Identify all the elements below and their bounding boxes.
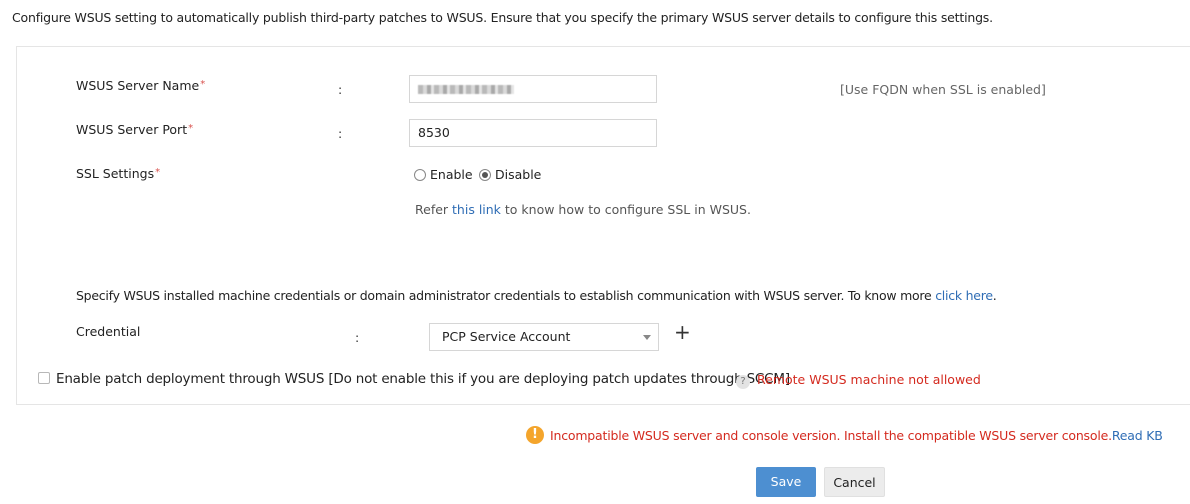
colon-separator: : <box>355 330 360 345</box>
redacted-server-name <box>418 85 514 94</box>
server-port-label-text: WSUS Server Port <box>76 122 188 137</box>
required-mark: * <box>188 123 194 134</box>
required-mark: * <box>200 79 206 90</box>
ssl-enable-label: Enable <box>430 167 473 182</box>
ssl-settings-label-text: SSL Settings <box>76 166 155 181</box>
server-port-label: WSUS Server Port* <box>76 122 193 137</box>
server-name-label: WSUS Server Name* <box>76 78 205 93</box>
credential-info-suffix: . <box>992 288 997 303</box>
credential-help-link[interactable]: click here <box>935 288 993 303</box>
deployment-label: Enable patch deployment through WSUS [Do… <box>56 371 790 387</box>
credential-label: Credential <box>76 324 141 339</box>
refer-suffix: to know how to configure SSL in WSUS. <box>500 202 751 217</box>
ssl-enable-option[interactable]: Enable <box>414 167 473 182</box>
intro-text: Configure WSUS setting to automatically … <box>12 10 993 25</box>
help-icon-glyph: ? <box>736 375 750 389</box>
warning-icon: ! <box>526 426 544 444</box>
credential-info-body: Specify WSUS installed machine credentia… <box>76 288 936 303</box>
colon-separator: : <box>338 82 343 97</box>
required-mark: * <box>155 167 161 178</box>
server-name-label-text: WSUS Server Name <box>76 78 200 93</box>
server-name-input[interactable] <box>409 75 657 103</box>
warning-icon-glyph: ! <box>526 426 544 444</box>
fqdn-hint: [Use FQDN when SSL is enabled] <box>840 82 1046 97</box>
credential-select[interactable]: PCP Service Account <box>429 323 659 351</box>
ssl-help-link[interactable]: this link <box>452 202 501 217</box>
ssl-disable-option[interactable]: Disable <box>479 167 541 182</box>
refer-prefix: Refer <box>415 202 453 217</box>
credential-info-text: Specify WSUS installed machine credentia… <box>76 288 997 303</box>
checkbox-box[interactable] <box>38 372 50 384</box>
read-kb-link[interactable]: Read KB <box>1112 428 1163 443</box>
cancel-button[interactable]: Cancel <box>824 467 885 497</box>
remote-error-text: Remote WSUS machine not allowed <box>757 372 981 387</box>
ssl-disable-radio[interactable] <box>479 169 491 181</box>
server-port-input[interactable]: 8530 <box>409 119 657 147</box>
credential-selected-value: PCP Service Account <box>442 329 571 344</box>
help-icon[interactable]: ? <box>736 372 750 389</box>
deployment-checkbox[interactable] <box>38 372 50 387</box>
save-button[interactable]: Save <box>756 467 816 497</box>
ssl-refer-text: Refer this link to know how to configure… <box>415 202 751 217</box>
chevron-down-icon <box>643 335 651 340</box>
ssl-disable-label: Disable <box>495 167 542 182</box>
ssl-enable-radio[interactable] <box>414 169 426 181</box>
warning-text: Incompatible WSUS server and console ver… <box>550 428 1112 443</box>
warning-message: Incompatible WSUS server and console ver… <box>550 428 1163 443</box>
ssl-settings-label: SSL Settings* <box>76 166 160 181</box>
colon-separator: : <box>338 126 343 141</box>
add-credential-icon[interactable]: + <box>674 322 691 342</box>
